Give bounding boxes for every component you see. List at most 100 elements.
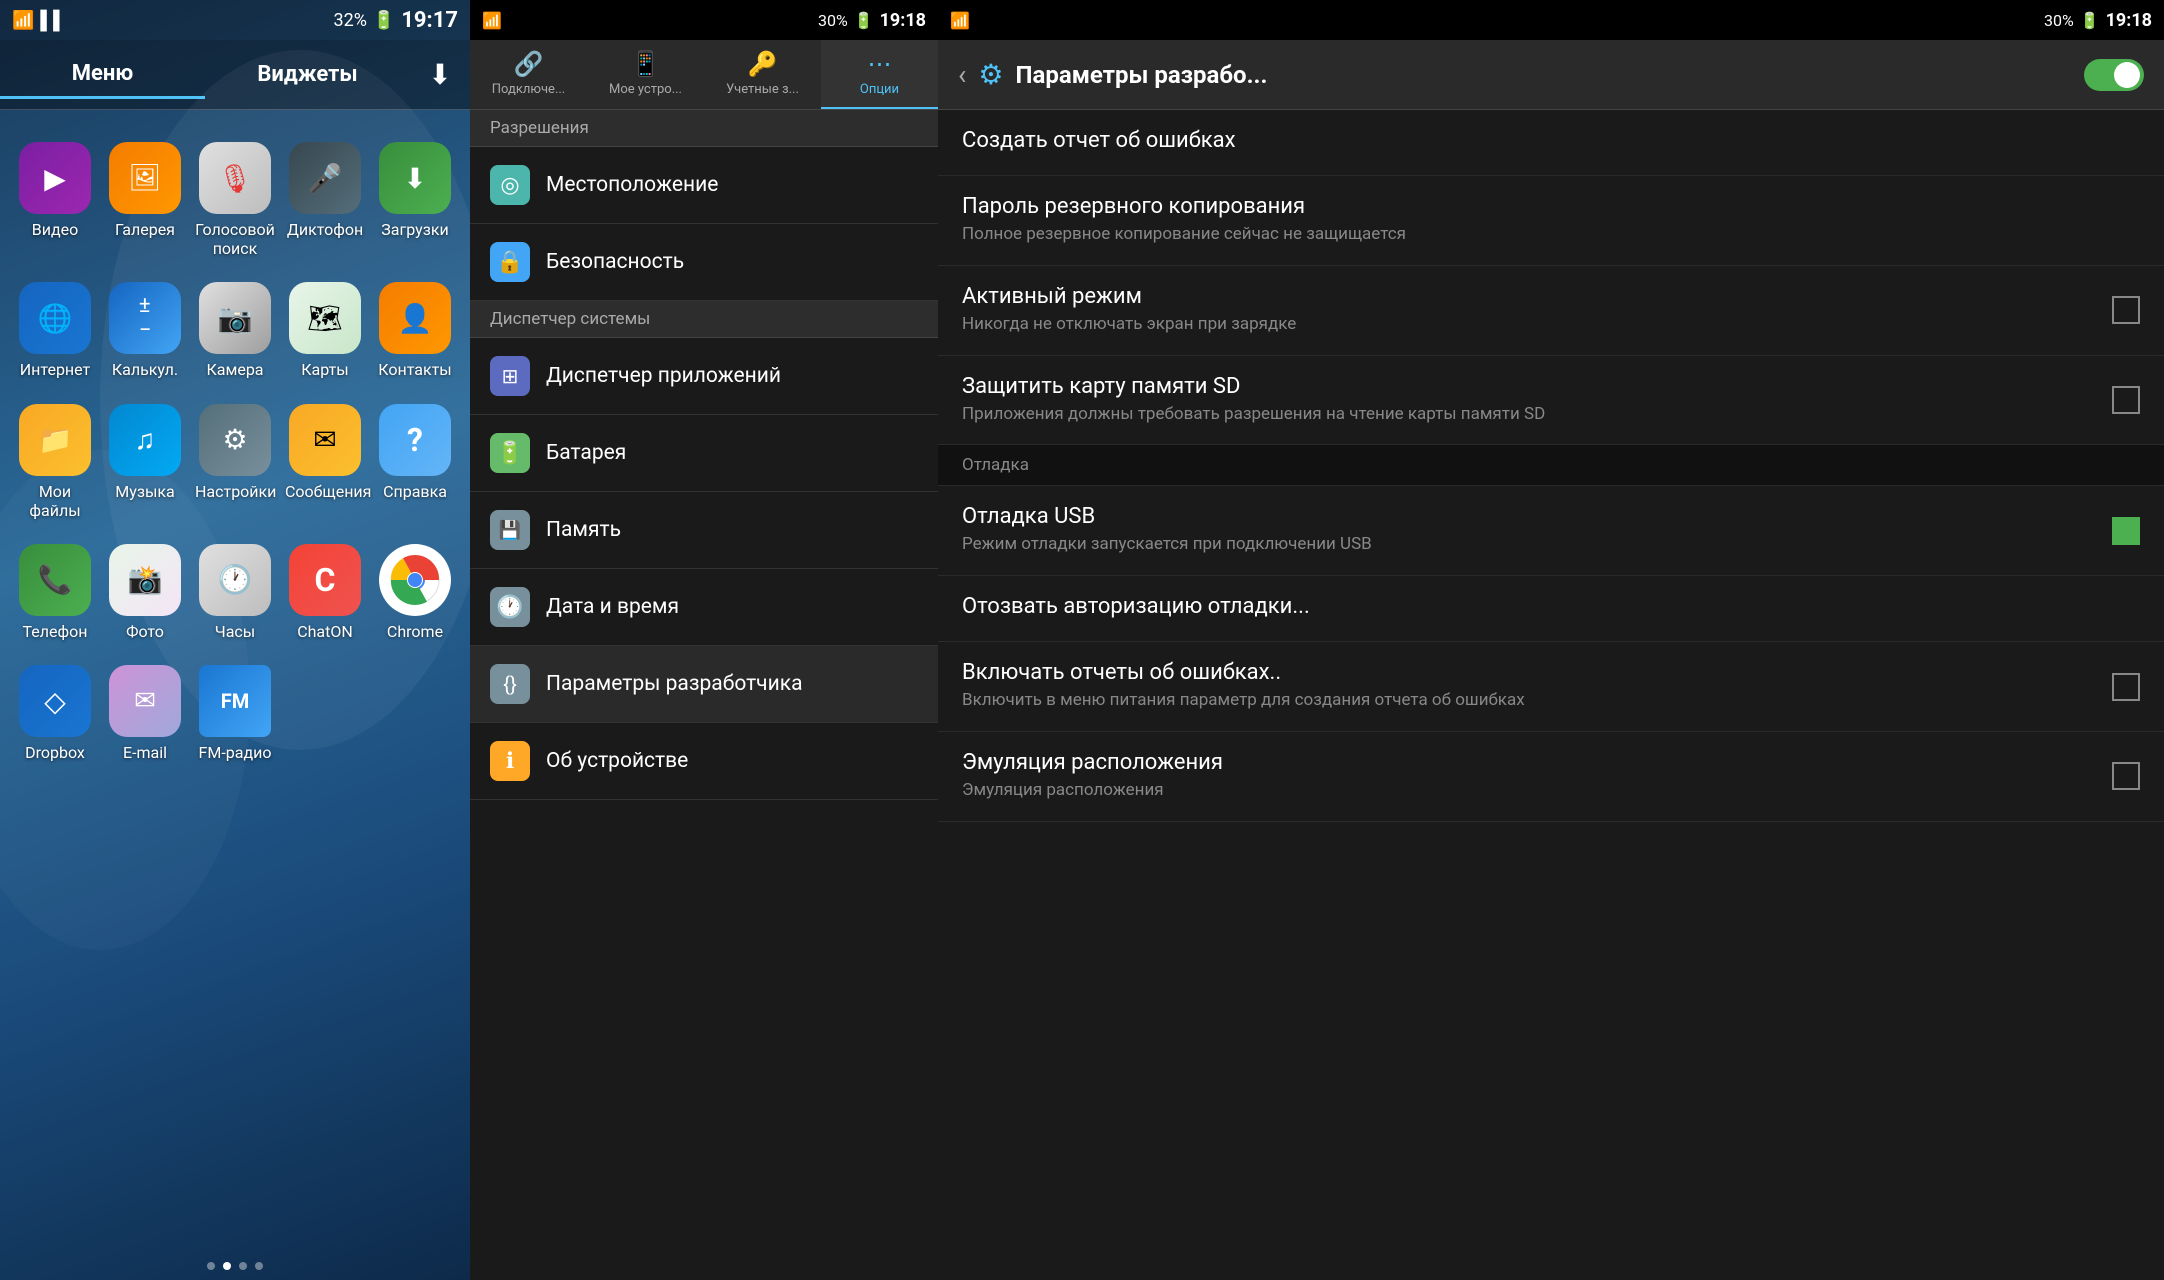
tab-connections[interactable]: 🔗 Подключе... bbox=[470, 40, 587, 109]
app-grid: ▶ Видео 🖼 Галерея 🎙 Голосовой поиск 🎤 Ди… bbox=[0, 110, 470, 1252]
app-music[interactable]: ♫ Музыка bbox=[100, 392, 190, 532]
dev-item-location-emulation[interactable]: Эмуляция расположения Эмуляция расположе… bbox=[938, 732, 2164, 822]
tab-menu[interactable]: Меню bbox=[0, 51, 205, 99]
back-icon: ‹ bbox=[958, 58, 966, 91]
settings-item-appmanager[interactable]: ⊞ Диспетчер приложений bbox=[470, 338, 938, 415]
app-clock[interactable]: 🕐 Часы bbox=[190, 532, 280, 653]
battery-icon: 🔋 bbox=[373, 10, 395, 31]
dev-item-active-mode[interactable]: Активный режим Никогда не отключать экра… bbox=[938, 266, 2164, 356]
protect-sd-row: Защитить карту памяти SD Приложения долж… bbox=[962, 374, 2140, 427]
settings-item-location[interactable]: ◎ Местоположение bbox=[470, 147, 938, 224]
protect-sd-checkbox[interactable] bbox=[2112, 386, 2140, 414]
settings-item-battery[interactable]: 🔋 Батарея bbox=[470, 415, 938, 492]
app-chaton[interactable]: C ChatON bbox=[280, 532, 370, 653]
maps-icon: 🗺 bbox=[289, 282, 361, 354]
app-maps[interactable]: 🗺 Карты bbox=[280, 270, 370, 391]
mydevice-icon: 📱 bbox=[631, 50, 661, 78]
voice-icon: 🎙 bbox=[199, 142, 271, 214]
music-label: Музыка bbox=[115, 482, 174, 501]
dev-item-bug-report[interactable]: Создать отчет об ошибках bbox=[938, 110, 2164, 176]
battery-percent: 32% bbox=[333, 10, 366, 31]
app-gallery[interactable]: 🖼 Галерея bbox=[100, 130, 190, 270]
location-emulation-checkbox[interactable] bbox=[2112, 762, 2140, 790]
app-dictaphone[interactable]: 🎤 Диктофон bbox=[280, 130, 370, 270]
dictaphone-label: Диктофон bbox=[287, 220, 363, 239]
dev-item-title: Создать отчет об ошибках bbox=[962, 128, 1236, 157]
app-video[interactable]: ▶ Видео bbox=[10, 130, 100, 270]
app-downloads[interactable]: ⬇ Загрузки bbox=[370, 130, 460, 270]
app-settings[interactable]: ⚙ Настройки bbox=[190, 392, 280, 532]
dot-2[interactable] bbox=[223, 1262, 231, 1270]
error-reports-row: Включать отчеты об ошибках.. Включить в … bbox=[962, 660, 2140, 713]
settings-item-devopt[interactable]: {} Параметры разработчика bbox=[470, 646, 938, 723]
dev-item-row: Создать отчет об ошибках bbox=[962, 128, 2140, 157]
security-icon: 🔒 bbox=[490, 242, 530, 282]
dot-3[interactable] bbox=[239, 1262, 247, 1270]
app-myfiles[interactable]: 📁 Мои файлы bbox=[10, 392, 100, 532]
dev-item-usb-debug[interactable]: Отладка USB Режим отладки запускается пр… bbox=[938, 486, 2164, 576]
app-camera[interactable]: 📷 Камера bbox=[190, 270, 280, 391]
app-photos[interactable]: 📸 Фото bbox=[100, 532, 190, 653]
app-contacts[interactable]: 👤 Контакты bbox=[370, 270, 460, 391]
chrome-label: Chrome bbox=[387, 622, 443, 641]
active-mode-checkbox[interactable] bbox=[2112, 296, 2140, 324]
app-messages[interactable]: ✉ Сообщения bbox=[280, 392, 370, 532]
dev-header: ‹ ⚙ Параметры разрабо... bbox=[938, 40, 2164, 110]
settings-section-header: Разрешения bbox=[470, 110, 938, 147]
dev-item-revoke-auth[interactable]: Отозвать авторизацию отладки... bbox=[938, 576, 2164, 642]
photos-icon: 📸 bbox=[109, 544, 181, 616]
app-internet[interactable]: 🌐 Интернет bbox=[10, 270, 100, 391]
error-reports-checkbox[interactable] bbox=[2112, 673, 2140, 701]
settings-item-security[interactable]: 🔒 Безопасность bbox=[470, 224, 938, 301]
dev-item-protect-sd[interactable]: Защитить карту памяти SD Приложения долж… bbox=[938, 356, 2164, 446]
settings-item-datetime[interactable]: 🕐 Дата и время bbox=[470, 569, 938, 646]
usb-debug-checkbox[interactable]: ✓ bbox=[2112, 517, 2140, 545]
voice-label: Голосовой поиск bbox=[195, 220, 275, 258]
status-left: 📶 ▌▌ bbox=[12, 10, 66, 31]
home-tabs: Меню Виджеты ⬇ bbox=[0, 40, 470, 110]
video-label: Видео bbox=[32, 220, 78, 239]
wifi-icon: 📶 bbox=[12, 10, 34, 31]
app-phone[interactable]: 📞 Телефон bbox=[10, 532, 100, 653]
battery-label: Батарея bbox=[546, 441, 626, 465]
tab-mydevice[interactable]: 📱 Мое устро... bbox=[587, 40, 704, 109]
app-fmradio[interactable]: FM FM-радио bbox=[190, 653, 280, 774]
app-dropbox[interactable]: ◇ Dropbox bbox=[10, 653, 100, 774]
accounts-icon: 🔑 bbox=[748, 50, 778, 78]
location-emulation-row: Эмуляция расположения Эмуляция расположе… bbox=[962, 750, 2140, 803]
downloads-label: Загрузки bbox=[381, 220, 448, 239]
phone-label: Телефон bbox=[23, 622, 88, 641]
section-header-text: Разрешения bbox=[490, 118, 589, 138]
dev-toggle[interactable] bbox=[2084, 59, 2144, 91]
dropbox-icon: ◇ bbox=[19, 665, 91, 737]
fmradio-label: FM-радио bbox=[199, 743, 272, 762]
dev-item-backup-password[interactable]: Пароль резервного копирования Полное рез… bbox=[938, 176, 2164, 266]
myfiles-icon: 📁 bbox=[19, 404, 91, 476]
usb-debug-row: Отладка USB Режим отладки запускается пр… bbox=[962, 504, 2140, 557]
dev-battery: 30% bbox=[2044, 11, 2074, 30]
camera-icon: 📷 bbox=[199, 282, 271, 354]
gallery-label: Галерея bbox=[115, 220, 175, 239]
app-help[interactable]: ? Справка bbox=[370, 392, 460, 532]
download-button[interactable]: ⬇ bbox=[410, 58, 470, 91]
settings-battery: 30% bbox=[818, 11, 848, 30]
page-indicators bbox=[0, 1252, 470, 1280]
tab-accounts[interactable]: 🔑 Учетные з... bbox=[704, 40, 821, 109]
dot-4[interactable] bbox=[255, 1262, 263, 1270]
tab-options[interactable]: ⋯ Опции bbox=[821, 40, 938, 109]
app-calc[interactable]: ±− Калькул. bbox=[100, 270, 190, 391]
dev-item-error-reports[interactable]: Включать отчеты об ошибках.. Включить в … bbox=[938, 642, 2164, 732]
contacts-icon: 👤 bbox=[379, 282, 451, 354]
app-chrome[interactable]: Chrome bbox=[370, 532, 460, 653]
app-email[interactable]: ✉ E-mail bbox=[100, 653, 190, 774]
app-voice[interactable]: 🎙 Голосовой поиск bbox=[190, 130, 280, 270]
settings-clock: 19:18 bbox=[880, 10, 926, 31]
settings-item-aboutdevice[interactable]: ℹ Об устройстве bbox=[470, 723, 938, 800]
devopt-label: Параметры разработчика bbox=[546, 672, 803, 696]
back-button[interactable]: ‹ bbox=[958, 58, 966, 91]
tab-widgets[interactable]: Виджеты bbox=[205, 52, 410, 97]
datetime-icon: 🕐 bbox=[490, 587, 530, 627]
dot-1[interactable] bbox=[207, 1262, 215, 1270]
dev-battery-icon: 🔋 bbox=[2080, 11, 2100, 30]
settings-item-memory[interactable]: 💾 Память bbox=[470, 492, 938, 569]
